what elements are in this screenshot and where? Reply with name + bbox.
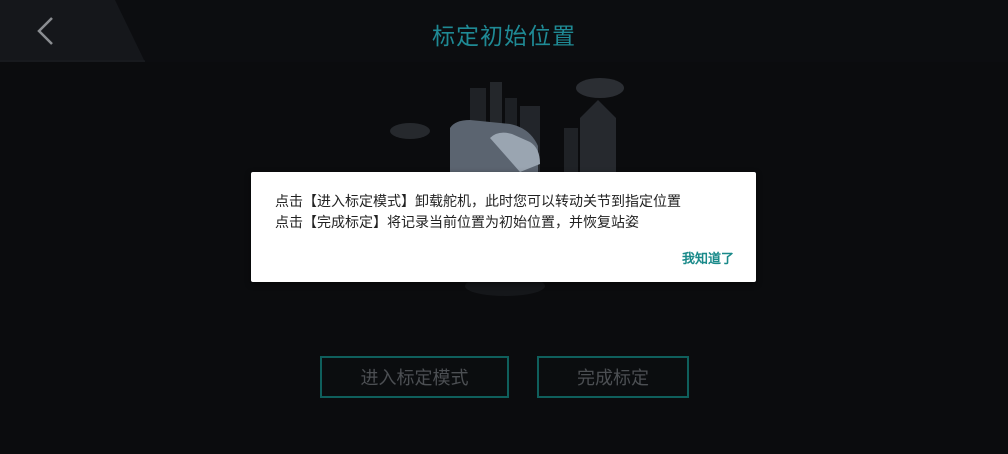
- back-button[interactable]: [22, 10, 68, 52]
- enter-calibration-mode-button[interactable]: 进入标定模式: [320, 356, 509, 398]
- dialog-instruction-line-2: 点击【完成标定】将记录当前位置为初始位置，并恢复站姿: [275, 215, 639, 231]
- calibration-instructions-dialog: 点击【进入标定模式】卸载舵机，此时您可以转动关节到指定位置 点击【完成标定】将记…: [251, 172, 756, 282]
- dialog-instruction-line-1: 点击【进入标定模式】卸载舵机，此时您可以转动关节到指定位置: [275, 194, 681, 210]
- top-bar: 标定初始位置: [0, 0, 1008, 62]
- chevron-left-icon: [37, 17, 53, 45]
- finish-calibration-button[interactable]: 完成标定: [537, 356, 689, 398]
- got-it-button[interactable]: 我知道了: [682, 248, 734, 267]
- calibration-screen: 标定初始位置 进入标定模式 完成标定 点击【进入标定模式】卸载舵机，此时您可以转…: [0, 0, 1008, 454]
- page-title: 标定初始位置: [432, 24, 576, 50]
